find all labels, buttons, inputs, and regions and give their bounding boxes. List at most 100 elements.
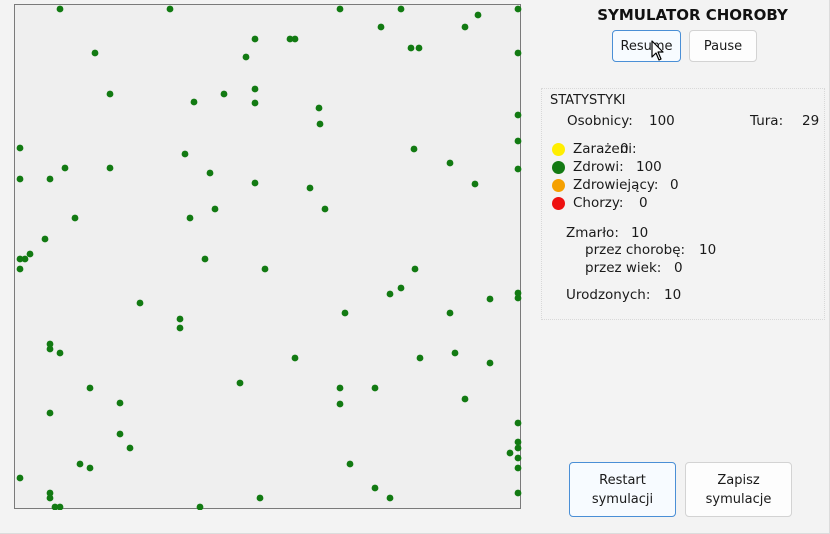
individual-dot: [176, 324, 184, 332]
individual-dot: [26, 250, 34, 258]
individual-dot: [251, 99, 259, 107]
population-plot: [16, 5, 522, 510]
individual-dot: [116, 399, 124, 407]
individual-dot: [514, 419, 522, 427]
individual-dot: [211, 205, 219, 213]
individual-dot: [61, 164, 69, 172]
individual-dot: [41, 235, 49, 243]
individual-dot: [166, 5, 174, 13]
individual-dot: [196, 503, 204, 510]
restart-label-line2: symulacji: [591, 491, 654, 507]
individual-dot: [514, 49, 522, 57]
individual-dot: [415, 44, 423, 52]
died-age-label: przez wiek:: [585, 260, 662, 276]
individual-dot: [106, 90, 114, 98]
individual-dot: [16, 474, 24, 482]
individual-dot: [251, 179, 259, 187]
resume-button[interactable]: Resume: [612, 30, 681, 62]
individual-dot: [220, 90, 228, 98]
individual-dot: [21, 255, 29, 263]
individual-dot: [86, 384, 94, 392]
individual-dot: [341, 309, 349, 317]
individual-dot: [256, 494, 264, 502]
individual-dot: [407, 44, 415, 52]
individual-dot: [336, 400, 344, 408]
individual-dot: [411, 265, 419, 273]
individuals-label: Osobnicy:: [567, 113, 633, 129]
individual-dot: [371, 484, 379, 492]
individual-dot: [242, 53, 250, 61]
individual-dot: [16, 144, 24, 152]
individual-dot: [336, 384, 344, 392]
individual-dot: [514, 165, 522, 173]
individual-dot: [56, 349, 64, 357]
individual-dot: [186, 214, 194, 222]
pause-button[interactable]: Pause: [689, 30, 757, 62]
individual-dot: [16, 175, 24, 183]
turn-value: 29: [802, 113, 820, 129]
individual-dot: [377, 23, 385, 31]
recovering-label: Zdrowiejący:: [573, 177, 659, 193]
individual-dot: [386, 290, 394, 298]
turn-label: Tura:: [750, 113, 784, 129]
recovering-value: 0: [670, 177, 679, 193]
individual-dot: [291, 35, 299, 43]
individual-dot: [321, 205, 329, 213]
individual-dot: [416, 354, 424, 362]
individual-dot: [106, 164, 114, 172]
healthy-value: 100: [636, 159, 662, 175]
individual-dot: [514, 489, 522, 497]
individual-dot: [486, 295, 494, 303]
individual-dot: [410, 145, 418, 153]
individual-dot: [126, 444, 134, 452]
stats-header: STATYSTYKI: [550, 93, 626, 108]
individual-dot: [76, 460, 84, 468]
individual-dot: [474, 11, 482, 19]
individual-dot: [176, 315, 184, 323]
individual-dot: [461, 23, 469, 31]
restart-simulation-button[interactable]: Restart symulacji: [569, 462, 676, 517]
individual-dot: [514, 294, 522, 302]
individual-dot: [46, 494, 54, 502]
individual-dot: [451, 349, 459, 357]
individual-dot: [397, 284, 405, 292]
healthy-legend-icon: [552, 161, 565, 174]
died-value: 10: [631, 225, 649, 241]
individual-dot: [514, 5, 522, 13]
individual-dot: [471, 180, 479, 188]
individual-dot: [514, 464, 522, 472]
individual-dot: [446, 309, 454, 317]
sick-value: 0: [639, 195, 648, 211]
individual-dot: [91, 49, 99, 57]
individual-dot: [446, 159, 454, 167]
individual-dot: [506, 449, 514, 457]
individual-dot: [514, 454, 522, 462]
individual-dot: [371, 384, 379, 392]
save-simulation-button[interactable]: Zapisz symulacje: [685, 462, 792, 517]
individual-dot: [514, 137, 522, 145]
individual-dot: [514, 444, 522, 452]
mouse-cursor-icon: [651, 40, 664, 61]
born-value: 10: [664, 287, 682, 303]
individual-dot: [291, 354, 299, 362]
healthy-label: Zdrowi:: [573, 159, 624, 175]
restart-label-line1: Restart: [599, 472, 646, 488]
individual-dot: [514, 111, 522, 119]
individual-dot: [461, 395, 469, 403]
sick-legend-icon: [552, 197, 565, 210]
individual-dot: [56, 5, 64, 13]
individual-dot: [136, 299, 144, 307]
recovering-legend-icon: [552, 179, 565, 192]
individuals-value: 100: [649, 113, 675, 129]
individual-dot: [251, 85, 259, 93]
individual-dot: [86, 464, 94, 472]
individual-dot: [46, 345, 54, 353]
individual-dot: [251, 35, 259, 43]
simulation-canvas[interactable]: [14, 4, 522, 510]
individual-dot: [514, 438, 522, 446]
individual-dot: [315, 104, 323, 112]
died-disease-label: przez chorobę:: [585, 242, 686, 258]
individual-dot: [486, 359, 494, 367]
individual-dot: [386, 494, 394, 502]
individual-dot: [116, 430, 124, 438]
